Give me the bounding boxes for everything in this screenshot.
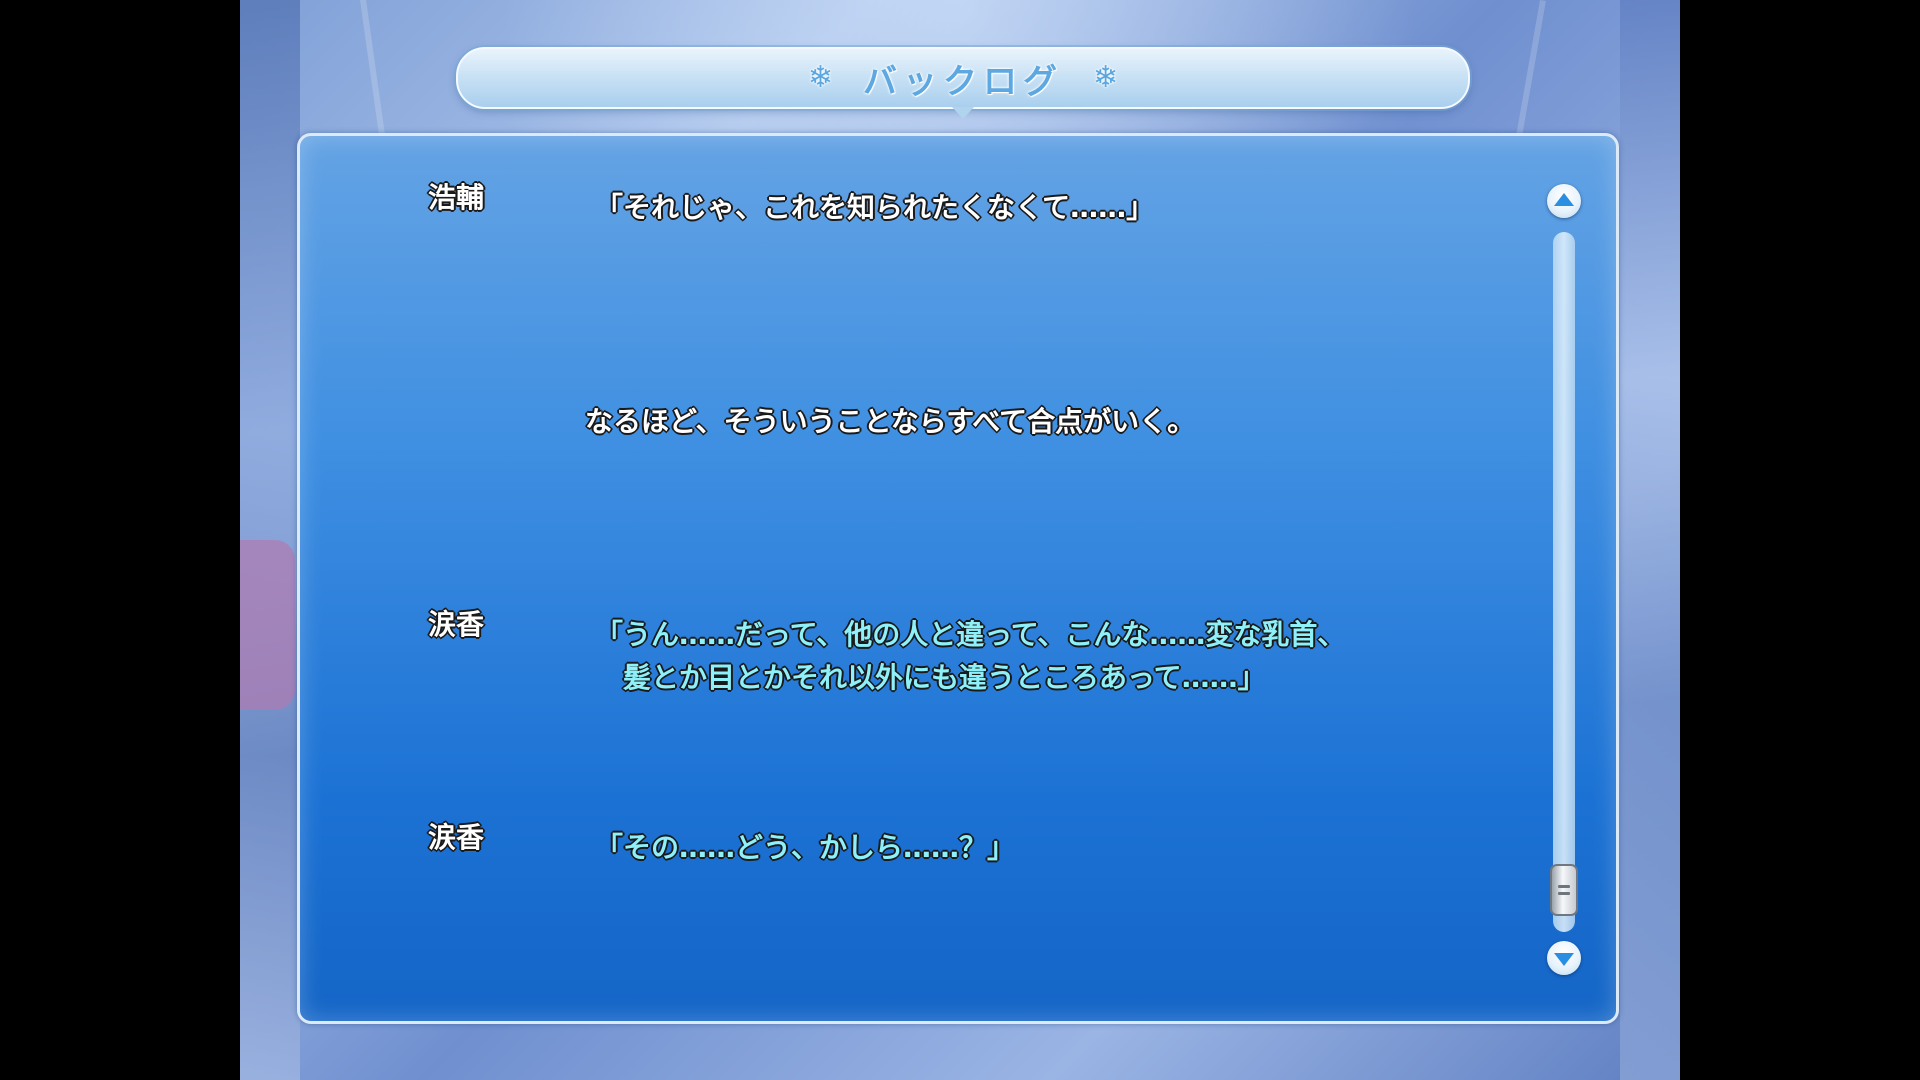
dialogue-line: 「うん……だって、他の人と違って、こんな……変な乳首、 — [595, 618, 1346, 651]
triangle-up-icon — [1554, 193, 1574, 206]
grip-icon — [1558, 892, 1570, 895]
dialogue-line: 髪とか目とかそれ以外にも違うところあって……」 — [595, 661, 1266, 694]
dialogue-line: 「その……どう、かしら……？」 — [595, 831, 1016, 864]
speaker-name: 浩輔 — [428, 181, 485, 214]
scrollbar-track[interactable] — [1553, 232, 1575, 932]
snowflake-icon: ❄ — [1093, 60, 1119, 95]
dialogue-line: 「それじゃ、これを知られたくなくて……」 — [595, 191, 1155, 224]
game-screen: ❄ バックログ ❄ 浩輔 「それじゃ、これを知られたくなくて……」 なるほど、そ… — [240, 0, 1680, 1080]
speaker-name: 涙香 — [428, 821, 485, 854]
scrollbar-thumb[interactable] — [1550, 864, 1578, 916]
page-title: バックログ — [863, 61, 1063, 102]
narration-line: なるほど、そういうことならすべて合点がいく。 — [585, 405, 1196, 438]
background-right-scenery — [1620, 0, 1680, 1080]
speaker-name: 涙香 — [428, 608, 485, 641]
grip-icon — [1558, 885, 1570, 888]
scroll-up-button[interactable] — [1547, 184, 1581, 218]
backlog-panel: 浩輔 「それじゃ、これを知られたくなくて……」 なるほど、そういうことならすべて… — [297, 133, 1619, 1024]
scroll-down-button[interactable] — [1547, 941, 1581, 975]
backlog-title-bar: ❄ バックログ ❄ — [456, 47, 1470, 119]
snowflake-icon: ❄ — [807, 60, 833, 95]
background-pink-ornament — [240, 540, 295, 710]
triangle-down-icon — [1554, 953, 1574, 966]
